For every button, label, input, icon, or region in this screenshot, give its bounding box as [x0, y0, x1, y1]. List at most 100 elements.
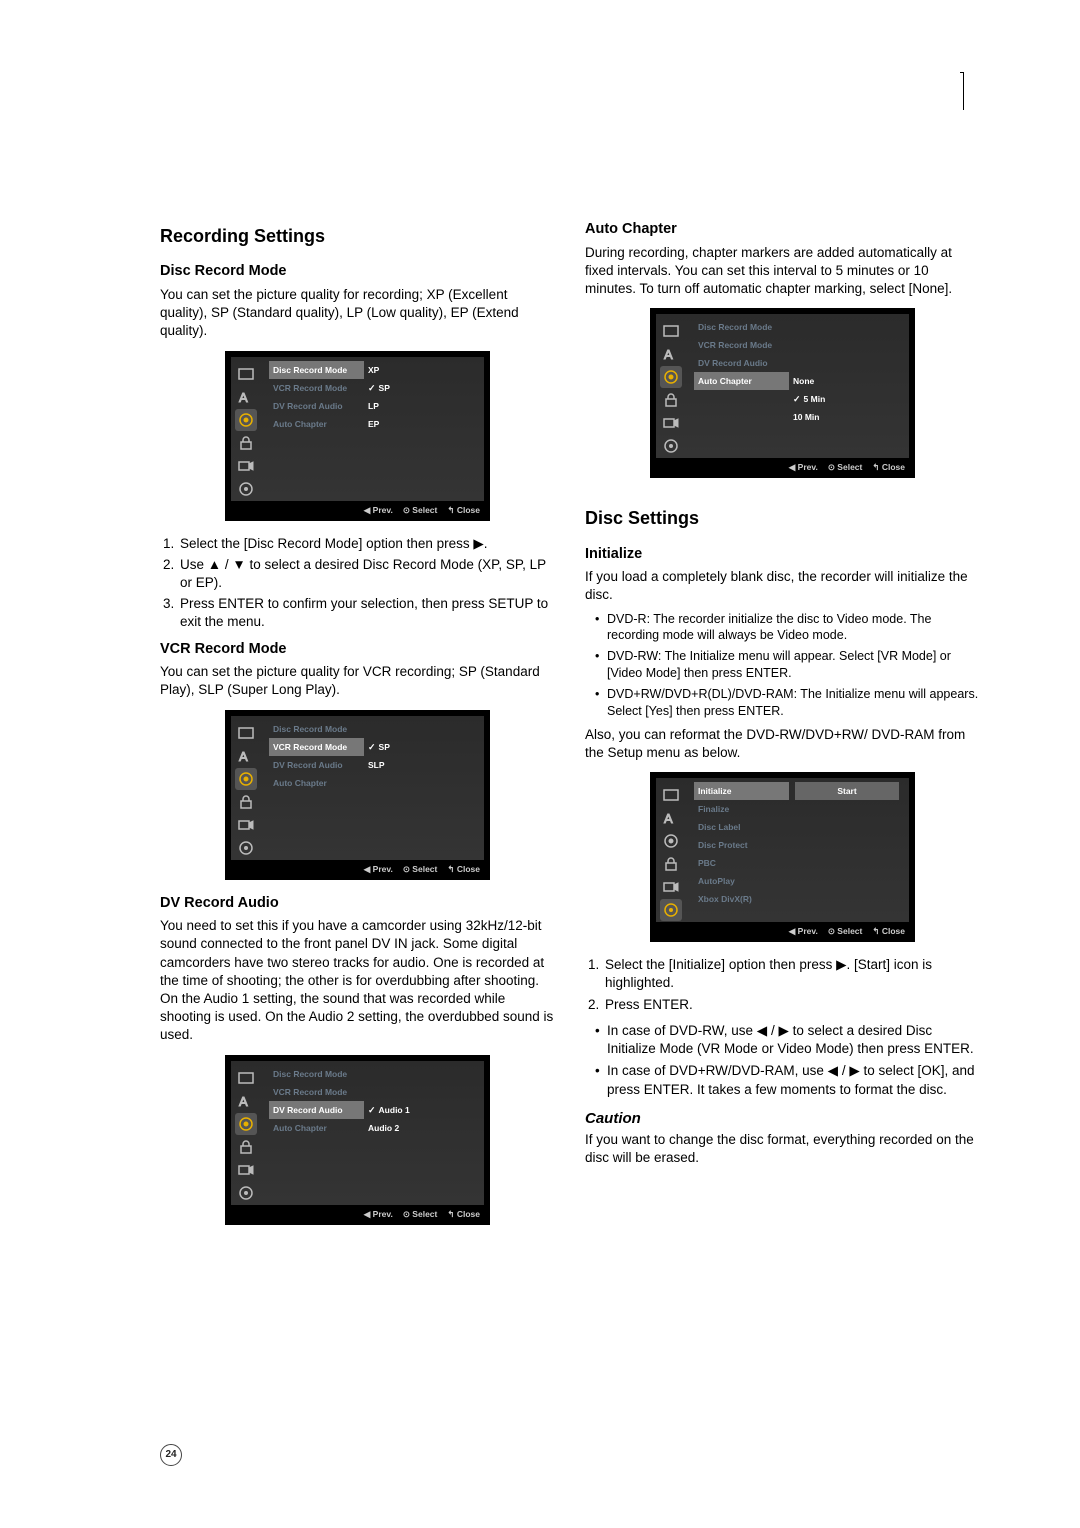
menu-vcr-record[interactable]: VCR Record Mode	[269, 738, 364, 756]
foot-prev[interactable]: ◀ Prev.	[364, 864, 393, 875]
menu-disc-record[interactable]: Disc Record Mode	[269, 1065, 364, 1083]
subhead-disc-record-mode: Disc Record Mode	[160, 262, 555, 282]
lock-icon	[660, 389, 682, 411]
svg-text:A: A	[664, 811, 673, 826]
opt-lp[interactable]: LP	[364, 397, 480, 415]
menu-vcr-record[interactable]: VCR Record Mode	[269, 379, 364, 397]
opt-none[interactable]: None	[789, 372, 905, 390]
menu-disc-label[interactable]: Disc Label	[694, 818, 789, 836]
menu-vcr-record[interactable]: VCR Record Mode	[694, 336, 789, 354]
initialize-steps: Select the [Initialize] option then pres…	[603, 956, 980, 1014]
foot-select[interactable]: ⊙ Select	[828, 926, 863, 937]
opt-slp[interactable]: SLP	[364, 756, 480, 774]
foot-close[interactable]: ↰ Close	[447, 505, 480, 516]
tv-icon	[660, 784, 682, 806]
subhead-initialize: Initialize	[585, 545, 980, 565]
svg-text:A: A	[239, 749, 248, 764]
svg-text:A: A	[664, 347, 673, 362]
menu-dv-audio[interactable]: DV Record Audio	[269, 1101, 364, 1119]
foot-select[interactable]: ⊙ Select	[403, 505, 438, 516]
page-number: 24	[160, 1444, 182, 1466]
foot-close[interactable]: ↰ Close	[872, 926, 905, 937]
osd-dv-record-audio: A Disc Record Mode VCR Record Mode DV Re…	[225, 1055, 490, 1225]
foot-prev[interactable]: ◀ Prev.	[789, 462, 818, 473]
menu-dv-audio[interactable]: DV Record Audio	[694, 354, 789, 372]
menu-auto-chapter[interactable]: Auto Chapter	[269, 1119, 364, 1137]
initialize-also: Also, you can reformat the DVD-RW/DVD+RW…	[585, 726, 980, 762]
opt-audio2[interactable]: Audio 2	[364, 1119, 480, 1137]
left-column: Recording Settings Disc Record Mode You …	[160, 220, 555, 1239]
foot-select[interactable]: ⊙ Select	[403, 864, 438, 875]
tv-icon	[235, 722, 257, 744]
lock-icon	[660, 853, 682, 875]
osd-disc-record-mode: A Disc Record Mode VCR Record Mode DV Re…	[225, 351, 490, 521]
disc-icon	[235, 478, 257, 500]
menu-initialize[interactable]: Initialize	[694, 782, 789, 800]
menu-disc-record[interactable]: Disc Record Mode	[269, 720, 364, 738]
opt-xp[interactable]: XP	[364, 361, 480, 379]
record-icon	[660, 412, 682, 434]
step: Select the [Disc Record Mode] option the…	[178, 535, 555, 553]
menu-auto-chapter[interactable]: Auto Chapter	[694, 372, 789, 390]
language-icon: A	[660, 807, 682, 829]
foot-close[interactable]: ↰ Close	[447, 1209, 480, 1220]
bullet: DVD-R: The recorder initialize the disc …	[595, 611, 980, 645]
opt-10min[interactable]: 10 Min	[789, 408, 905, 426]
osd-initialize: A Initialize Finalize Disc Label Disc Pr…	[650, 772, 915, 942]
subhead-auto-chapter: Auto Chapter	[585, 220, 980, 240]
disc-record-intro: You can set the picture quality for reco…	[160, 286, 555, 341]
dv-record-intro: You need to set this if you have a camco…	[160, 917, 555, 1045]
subhead-vcr-record-mode: VCR Record Mode	[160, 640, 555, 660]
menu-disc-record[interactable]: Disc Record Mode	[694, 318, 789, 336]
menu-xbox-divx[interactable]: Xbox DivX(R)	[694, 890, 789, 908]
start-button[interactable]: Start	[795, 782, 899, 800]
foot-select[interactable]: ⊙ Select	[403, 1209, 438, 1220]
disc-icon	[660, 435, 682, 457]
foot-prev[interactable]: ◀ Prev.	[789, 926, 818, 937]
disc-record-steps: Select the [Disc Record Mode] option the…	[178, 535, 555, 632]
bullet: DVD+RW/DVD+R(DL)/DVD-RAM: The Initialize…	[595, 686, 980, 720]
initialize-bullets: DVD-R: The recorder initialize the disc …	[595, 611, 980, 720]
menu-autoplay[interactable]: AutoPlay	[694, 872, 789, 890]
menu-auto-chapter[interactable]: Auto Chapter	[269, 774, 364, 792]
tv-icon	[660, 320, 682, 342]
foot-close[interactable]: ↰ Close	[872, 462, 905, 473]
tv-icon	[235, 1067, 257, 1089]
menu-finalize[interactable]: Finalize	[694, 800, 789, 818]
opt-sp[interactable]: SP	[364, 379, 480, 397]
menu-auto-chapter[interactable]: Auto Chapter	[269, 415, 364, 433]
foot-prev[interactable]: ◀ Prev.	[364, 505, 393, 516]
audio-icon	[235, 1113, 257, 1135]
record-icon	[660, 876, 682, 898]
opt-5min[interactable]: 5 Min	[789, 390, 905, 408]
foot-prev[interactable]: ◀ Prev.	[364, 1209, 393, 1220]
initialize-intro: If you load a completely blank disc, the…	[585, 568, 980, 604]
foot-select[interactable]: ⊙ Select	[828, 462, 863, 473]
foot-close[interactable]: ↰ Close	[447, 864, 480, 875]
auto-chapter-intro: During recording, chapter markers are ad…	[585, 244, 980, 299]
lock-icon	[235, 432, 257, 454]
vcr-record-intro: You can set the picture quality for VCR …	[160, 663, 555, 699]
svg-text:A: A	[239, 390, 248, 405]
menu-pbc[interactable]: PBC	[694, 854, 789, 872]
lock-icon	[235, 791, 257, 813]
disc-icon	[660, 899, 682, 921]
osd-icon-strip: A	[231, 357, 261, 501]
caution-text: If you want to change the disc format, e…	[585, 1131, 980, 1167]
opt-audio1[interactable]: Audio 1	[364, 1101, 480, 1119]
bullet: In case of DVD-RW, use ◀ / ▶ to select a…	[595, 1022, 980, 1058]
subhead-dv-record-audio: DV Record Audio	[160, 894, 555, 914]
menu-disc-record[interactable]: Disc Record Mode	[269, 361, 364, 379]
step: Press ENTER.	[603, 996, 980, 1014]
language-icon: A	[235, 745, 257, 767]
caution-heading: Caution	[585, 1109, 980, 1129]
opt-ep[interactable]: EP	[364, 415, 480, 433]
record-icon	[235, 455, 257, 477]
opt-sp[interactable]: SP	[364, 738, 480, 756]
menu-dv-audio[interactable]: DV Record Audio	[269, 756, 364, 774]
menu-disc-protect[interactable]: Disc Protect	[694, 836, 789, 854]
osd-vcr-record-mode: A Disc Record Mode VCR Record Mode DV Re…	[225, 710, 490, 880]
menu-dv-audio[interactable]: DV Record Audio	[269, 397, 364, 415]
menu-vcr-record[interactable]: VCR Record Mode	[269, 1083, 364, 1101]
page-content: Recording Settings Disc Record Mode You …	[0, 0, 1080, 1239]
